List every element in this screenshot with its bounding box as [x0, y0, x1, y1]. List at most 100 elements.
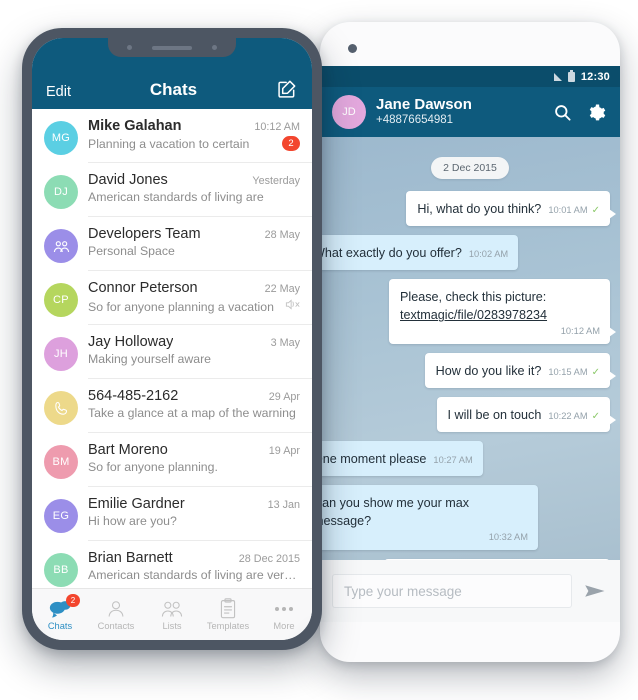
message-meta: 10:15 AM ✓ [548, 367, 600, 378]
contact-name: David Jones [88, 172, 168, 188]
contact-info[interactable]: Jane Dawson +48876654981 [376, 96, 540, 127]
chat-list[interactable]: MG Mike Galahan 10:12 AM Planning a vaca… [32, 109, 312, 598]
timestamp: 3 May [270, 337, 300, 349]
delivered-check-icon: ✓ [591, 205, 600, 216]
message-bubble-incoming[interactable]: What exactly do you offer? 10:02 AM [320, 235, 519, 271]
timestamp: 28 Dec 2015 [238, 553, 300, 565]
message-meta: 10:02 AM [469, 249, 508, 259]
message-meta: 10:01 AM ✓ [548, 205, 600, 216]
message-row[interactable]: How do you like it? 10:15 AM ✓ [330, 352, 617, 388]
message-row[interactable]: Please, check this picture: textmagic/fi… [330, 279, 616, 344]
front-camera-icon [212, 45, 217, 50]
avatar-initials: CP [53, 294, 69, 306]
avatar-initials: BB [53, 564, 69, 576]
message-row[interactable]: One moment please 10:27 AM [320, 440, 610, 476]
unread-badge: 2 [282, 136, 300, 151]
send-icon[interactable] [582, 578, 608, 604]
messages-container: 2 Dec 2015 Hi, what do you think? 10:01 A… [320, 137, 620, 562]
android-conversation-header: JD Jane Dawson +48876654981 [320, 87, 620, 137]
list-item[interactable]: BB Brian Barnett 28 Dec 2015 American st… [32, 541, 312, 595]
message-row[interactable]: Can you show me your max message? 10:32 A… [320, 484, 610, 551]
list-item[interactable]: Developers Team 28 May Personal Space [32, 217, 312, 271]
avatar-initials: JH [53, 348, 69, 360]
person-icon [106, 598, 126, 619]
tab-contacts[interactable]: Contacts [88, 598, 144, 631]
list-item-content: 564-485-2162 29 Apr Take a glance at a m… [88, 388, 300, 420]
avatar: EG [44, 499, 78, 533]
message-preview: So for anyone planning. [88, 460, 218, 474]
message-input[interactable]: Type your message [332, 574, 572, 608]
message-thread[interactable]: 2 Dec 2015 Hi, what do you think? 10:01 A… [320, 137, 620, 562]
group-icon [53, 240, 69, 252]
status-clock: 12:30 [580, 70, 610, 83]
iphone-device: Edit Chats MG Mike Galahan 10:12 AM Plan… [22, 28, 322, 650]
tab-bar: 2 Chats Contacts Lists Templates More [32, 588, 312, 640]
battery-icon [567, 69, 575, 82]
list-item[interactable]: CP Connor Peterson 22 May So for anyone … [32, 271, 312, 325]
avatar: BM [44, 445, 78, 479]
contact-name: Emilie Gardner [88, 496, 185, 512]
message-text: One moment please [320, 451, 427, 466]
contact-name: Connor Peterson [88, 280, 198, 296]
search-icon[interactable] [550, 100, 574, 124]
message-preview: Making yourself aware [88, 352, 212, 366]
timestamp: 28 May [264, 229, 300, 241]
message-link[interactable]: textmagic/file/0283978234 [400, 308, 547, 322]
message-text: I will be on touch [447, 407, 542, 422]
android-phone: 12:30 JD Jane Dawson +48876654981 2 Dec … [320, 22, 620, 662]
speaker-grille-icon [152, 45, 192, 50]
list-item-content: Jay Holloway 3 May Making yourself aware [88, 334, 300, 366]
compose-icon[interactable] [276, 78, 298, 100]
message-bubble-outgoing[interactable]: Hi, what do you think? 10:01 AM ✓ [406, 191, 616, 227]
list-item[interactable]: BM Bart Moreno 19 Apr So for anyone plan… [32, 433, 312, 487]
list-item[interactable]: DJ David Jones Yesterday American standa… [32, 163, 312, 217]
contact-phone: +48876654981 [376, 113, 454, 126]
message-preview: American standards of living are [88, 190, 264, 204]
tab-label: Contacts [97, 621, 135, 631]
chat-bubble-icon: 2 [49, 594, 80, 619]
avatar-initials: MG [51, 132, 71, 144]
message-bubble-outgoing[interactable]: How do you like it? 10:15 AM ✓ [424, 352, 617, 388]
message-bubble-outgoing[interactable]: I will be on touch 10:22 AM ✓ [436, 396, 617, 432]
avatar-initials: DJ [53, 186, 69, 198]
contact-name: Bart Moreno [88, 442, 168, 458]
gear-icon[interactable] [584, 100, 608, 124]
message-row[interactable]: Hi, what do you think? 10:01 AM ✓ [330, 191, 616, 227]
list-item[interactable]: MG Mike Galahan 10:12 AM Planning a vaca… [32, 109, 312, 163]
avatar [44, 391, 78, 425]
tab-more[interactable]: More [256, 598, 312, 631]
list-item[interactable]: 564-485-2162 29 Apr Take a glance at a m… [32, 379, 312, 433]
message-time: 10:01 AM [548, 205, 588, 215]
message-bubble-incoming[interactable]: Can you show me your max message? 10:32 A… [320, 484, 538, 551]
message-bubble-outgoing[interactable]: Please, check this picture: textmagic/fi… [389, 279, 616, 344]
contact-name: Brian Barnett [88, 550, 173, 566]
list-item[interactable]: EG Emilie Gardner 13 Jan Hi how are you? [32, 487, 312, 541]
message-row[interactable]: I will be on touch 10:22 AM ✓ [330, 396, 617, 432]
tab-chats[interactable]: 2 Chats [32, 594, 88, 631]
avatar: JH [44, 337, 78, 371]
timestamp: Yesterday [252, 175, 300, 187]
message-preview: Personal Space [88, 244, 175, 258]
message-time: 10:22 AM [548, 410, 588, 421]
contact-name: Jay Holloway [88, 334, 174, 350]
list-item-content: Mike Galahan 10:12 AM Planning a vacatio… [88, 118, 300, 151]
list-item[interactable]: JH Jay Holloway 3 May Making yourself aw… [32, 325, 312, 379]
delivered-check-icon: ✓ [591, 366, 600, 378]
tab-lists[interactable]: Lists [144, 598, 200, 631]
message-text: Please, check this picture: [400, 290, 547, 305]
message-preview: So for anyone planning a vacation [88, 300, 274, 314]
signal-icon [553, 72, 562, 81]
list-item-content: Bart Moreno 19 Apr So for anyone plannin… [88, 442, 300, 474]
page-title: Chats [149, 80, 198, 99]
timestamp: 13 Jan [267, 499, 300, 511]
message-text: Can you show me your max message? [320, 495, 470, 528]
mute-icon [285, 298, 300, 316]
tab-badge: 2 [66, 594, 80, 607]
tab-label: Chats [47, 621, 73, 631]
message-bubble-incoming[interactable]: One moment please 10:27 AM [320, 440, 483, 476]
tab-templates[interactable]: Templates [200, 598, 256, 631]
message-row[interactable]: What exactly do you offer? 10:02 AM [320, 235, 610, 271]
ellipsis-icon [275, 598, 293, 619]
front-camera-icon [348, 44, 357, 53]
edit-button[interactable]: Edit [46, 84, 71, 100]
